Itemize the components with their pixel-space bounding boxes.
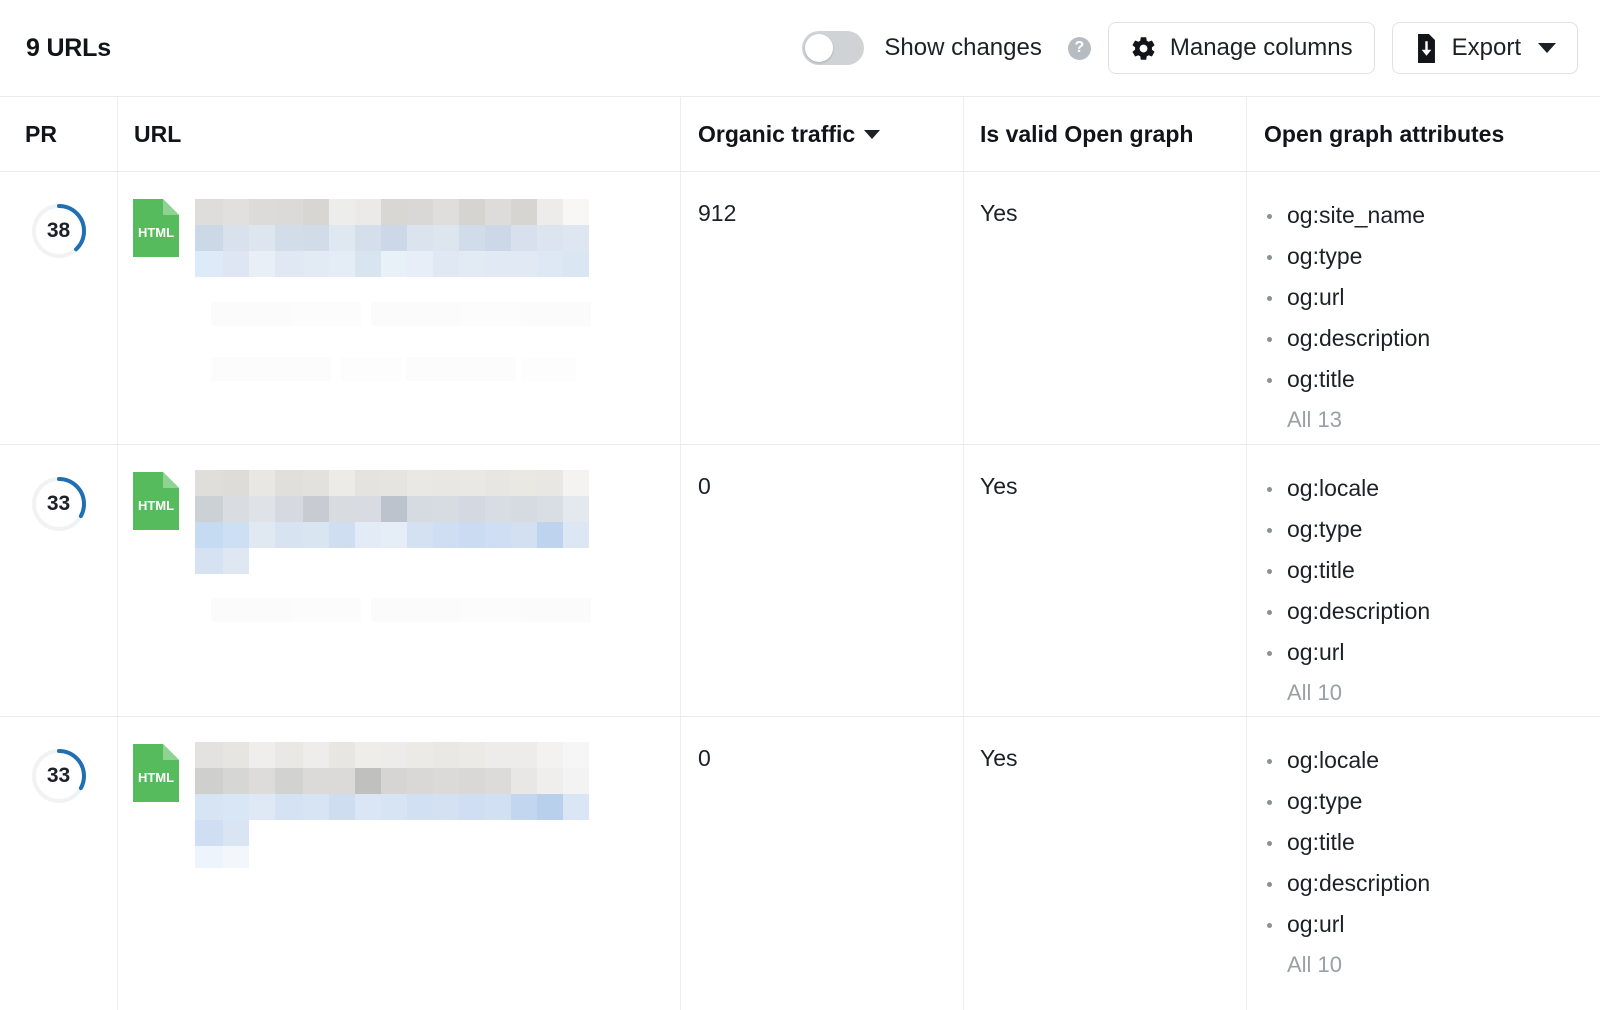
table-row[interactable]: 38 HTML: [0, 172, 1600, 445]
urls-table: PR URL Organic traffic Is valid Open gra…: [0, 96, 1600, 1010]
show-changes-label: Show changes: [884, 34, 1041, 62]
url-cell[interactable]: HTML: [118, 172, 681, 444]
sort-desc-caret-icon: [864, 130, 880, 139]
open-graph-attributes-cell: og:site_name og:type og:url og:descripti…: [1247, 172, 1600, 444]
list-item: og:url: [1264, 904, 1600, 945]
svg-text:HTML: HTML: [138, 498, 174, 513]
table-row[interactable]: 33 HTML: [0, 445, 1600, 717]
table-row[interactable]: 33 HTML: [0, 717, 1600, 1010]
list-item: og:description: [1264, 318, 1600, 359]
url-cell[interactable]: HTML: [118, 445, 681, 716]
list-item: og:url: [1264, 632, 1600, 673]
column-header-open-graph-attributes[interactable]: Open graph attributes: [1247, 97, 1600, 171]
show-all-attributes-link[interactable]: All 13: [1264, 400, 1600, 440]
list-item: og:description: [1264, 591, 1600, 632]
pr-gauge: 33: [30, 475, 88, 533]
url-count-label: 9 URLs: [26, 34, 111, 63]
pr-value: 33: [30, 475, 88, 533]
list-item: og:title: [1264, 550, 1600, 591]
column-header-url[interactable]: URL: [118, 97, 681, 171]
toggle-knob: [805, 34, 833, 62]
svg-text:HTML: HTML: [138, 225, 174, 240]
html-file-icon: HTML: [133, 468, 179, 660]
help-icon[interactable]: ?: [1068, 37, 1091, 60]
pr-gauge: 38: [30, 202, 88, 260]
open-graph-attribute-list: og:locale og:type og:title og:descriptio…: [1264, 468, 1600, 673]
chevron-down-icon: [1538, 43, 1556, 53]
list-item: og:description: [1264, 863, 1600, 904]
is-valid-open-graph-value: Yes: [964, 445, 1247, 716]
toolbar: 9 URLs Show changes ? Manage columns Exp…: [0, 0, 1600, 96]
is-valid-open-graph-value: Yes: [964, 717, 1247, 1010]
open-graph-attribute-list: og:locale og:type og:title og:descriptio…: [1264, 740, 1600, 945]
list-item: og:url: [1264, 277, 1600, 318]
show-changes-toggle[interactable]: [802, 31, 864, 65]
show-all-attributes-link[interactable]: All 10: [1264, 673, 1600, 713]
export-label: Export: [1452, 34, 1521, 62]
html-file-icon: HTML: [133, 740, 179, 932]
show-all-attributes-link[interactable]: All 10: [1264, 945, 1600, 985]
list-item: og:type: [1264, 781, 1600, 822]
pr-cell: 38: [0, 172, 118, 444]
list-item: og:title: [1264, 359, 1600, 400]
column-header-is-valid-open-graph[interactable]: Is valid Open graph: [964, 97, 1247, 171]
redacted-url-content: [191, 742, 651, 932]
toolbar-actions: Show changes ? Manage columns Export: [802, 22, 1578, 74]
pr-cell: 33: [0, 445, 118, 716]
pr-gauge: 33: [30, 747, 88, 805]
gear-icon: [1130, 35, 1157, 62]
manage-columns-button[interactable]: Manage columns: [1108, 22, 1375, 74]
redacted-url-content: [191, 197, 651, 387]
list-item: og:site_name: [1264, 195, 1600, 236]
open-graph-attributes-cell: og:locale og:type og:title og:descriptio…: [1247, 717, 1600, 1010]
export-button[interactable]: Export: [1392, 22, 1578, 74]
organic-traffic-value: 0: [681, 445, 964, 716]
pr-cell: 33: [0, 717, 118, 1010]
svg-text:HTML: HTML: [138, 770, 174, 785]
table-header-row: PR URL Organic traffic Is valid Open gra…: [0, 97, 1600, 172]
is-valid-open-graph-value: Yes: [964, 172, 1247, 444]
url-cell[interactable]: HTML: [118, 717, 681, 1010]
organic-traffic-value: 912: [681, 172, 964, 444]
column-header-organic-traffic[interactable]: Organic traffic: [681, 97, 964, 171]
list-item: og:type: [1264, 236, 1600, 277]
column-header-organic-traffic-label: Organic traffic: [698, 121, 855, 148]
organic-traffic-value: 0: [681, 717, 964, 1010]
open-graph-attribute-list: og:site_name og:type og:url og:descripti…: [1264, 195, 1600, 400]
open-graph-attributes-cell: og:locale og:type og:title og:descriptio…: [1247, 445, 1600, 716]
redacted-url-content: [191, 470, 651, 660]
html-file-icon: HTML: [133, 195, 179, 387]
list-item: og:locale: [1264, 740, 1600, 781]
pr-value: 38: [30, 202, 88, 260]
export-download-icon: [1414, 34, 1439, 63]
list-item: og:type: [1264, 509, 1600, 550]
manage-columns-label: Manage columns: [1170, 34, 1353, 62]
list-item: og:title: [1264, 822, 1600, 863]
column-header-pr[interactable]: PR: [0, 97, 118, 171]
pr-value: 33: [30, 747, 88, 805]
list-item: og:locale: [1264, 468, 1600, 509]
